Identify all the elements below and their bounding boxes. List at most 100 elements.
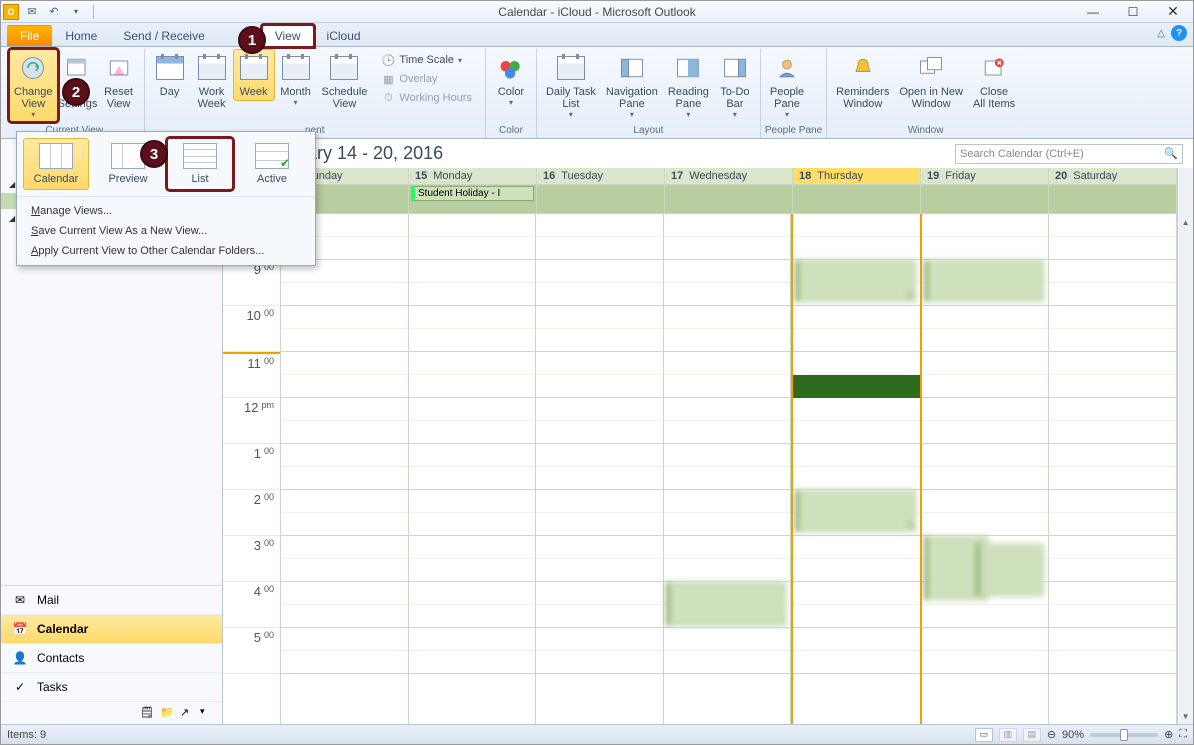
- tabs-right-controls: △ ?: [1157, 25, 1187, 41]
- close-all-button[interactable]: Close All Items: [968, 49, 1020, 113]
- day-col-tuesday[interactable]: [536, 214, 664, 724]
- tab-icloud[interactable]: iCloud: [314, 25, 374, 46]
- configure-buttons-icon[interactable]: ▾: [200, 706, 214, 720]
- nav-tasks-button[interactable]: ✓Tasks: [1, 673, 222, 702]
- scroll-up-icon[interactable]: ▲: [1178, 214, 1193, 230]
- overlay-label: Overlay: [399, 73, 437, 85]
- open-new-window-button[interactable]: Open in New Window: [894, 49, 968, 113]
- view-option-calendar[interactable]: Calendar: [23, 138, 89, 190]
- calendar-event[interactable]: xxxxxx⇲: [795, 260, 916, 302]
- qat-customize-icon[interactable]: ▾: [67, 3, 85, 21]
- navigation-pane-button[interactable]: Navigation Pane▾: [601, 49, 663, 122]
- day-col-saturday[interactable]: [1049, 214, 1177, 724]
- shortcuts-icon[interactable]: ↗: [180, 706, 194, 720]
- calendar-event-selected[interactable]: [793, 375, 920, 398]
- status-bar: Items: 9 ▭ ▥ ▤ ⊖ 90% ⊕ ⛶: [1, 724, 1193, 744]
- qat-send-receive-icon[interactable]: ✉: [23, 3, 41, 21]
- change-view-label: Change View: [14, 86, 53, 110]
- people-pane-button[interactable]: People Pane▾: [765, 49, 809, 122]
- outlook-app-icon: O: [3, 4, 19, 20]
- day-col-friday[interactable]: xxxxxx xxxx xxxx: [922, 214, 1050, 724]
- day-header-row: 14Sunday 15MondayStudent Holiday - I 16T…: [223, 168, 1193, 214]
- day-header-tuesday[interactable]: 16Tuesday: [537, 168, 665, 214]
- search-input[interactable]: Search Calendar (Ctrl+E) 🔍: [955, 144, 1183, 164]
- tab-view[interactable]: View: [262, 25, 314, 47]
- dropdown-arrow-icon: ▾: [785, 110, 789, 119]
- tab-file[interactable]: File: [7, 25, 52, 46]
- work-week-button[interactable]: Work Week: [191, 49, 233, 113]
- search-icon[interactable]: 🔍: [1164, 147, 1178, 160]
- view-reading-icon[interactable]: ▥: [999, 728, 1017, 742]
- allday-event[interactable]: Student Holiday - I: [411, 186, 534, 201]
- day-header-monday[interactable]: 15MondayStudent Holiday - I: [409, 168, 537, 214]
- working-hours-label: Working Hours: [399, 92, 472, 104]
- scroll-down-icon[interactable]: ▼: [1178, 708, 1193, 724]
- change-view-icon: [17, 52, 49, 84]
- day-header-friday[interactable]: 19Friday: [921, 168, 1049, 214]
- qat-undo-icon[interactable]: ↶: [45, 3, 63, 21]
- vertical-scrollbar[interactable]: ▲ ▼: [1177, 214, 1193, 724]
- time-scale-button[interactable]: 🕒Time Scale▾: [376, 51, 477, 69]
- menu-apply-view[interactable]: Apply Current View to Other Calendar Fol…: [17, 241, 315, 261]
- schedule-view-button[interactable]: Schedule View: [317, 49, 373, 113]
- calendar-event[interactable]: xxxxxx: [666, 582, 787, 626]
- menu-save-view-as[interactable]: Save Current View As a New View...: [17, 221, 315, 241]
- help-icon[interactable]: ?: [1171, 25, 1187, 41]
- zoom-out-icon[interactable]: ⊖: [1047, 728, 1056, 741]
- month-label: Month: [280, 86, 311, 98]
- day-header-thursday[interactable]: 18Thursday: [793, 168, 921, 214]
- maximize-button[interactable]: ☐: [1113, 1, 1153, 23]
- reading-pane-label: Reading Pane: [668, 86, 709, 110]
- tab-home[interactable]: Home: [52, 25, 110, 46]
- working-hours-button[interactable]: ⏱Working Hours: [376, 89, 477, 107]
- nav-contacts-button[interactable]: 👤Contacts: [1, 644, 222, 673]
- zoom-slider-knob[interactable]: [1120, 729, 1128, 741]
- view-other-icon[interactable]: ▤: [1023, 728, 1041, 742]
- day-col-wednesday[interactable]: xxxxxx: [664, 214, 792, 724]
- view-normal-icon[interactable]: ▭: [975, 728, 993, 742]
- overlay-button[interactable]: ▦Overlay: [376, 70, 477, 88]
- view-option-list[interactable]: List: [167, 138, 233, 190]
- zoom-in-icon[interactable]: ⊕: [1164, 728, 1173, 741]
- event-resize-icon[interactable]: ⇲: [906, 520, 913, 529]
- day-header-saturday[interactable]: 20Saturday: [1049, 168, 1177, 214]
- day-button[interactable]: Day: [149, 49, 191, 101]
- notes-icon[interactable]: 🗒: [140, 706, 154, 720]
- ribbon-minimize-icon[interactable]: △: [1157, 28, 1165, 39]
- minimize-button[interactable]: —: [1073, 1, 1113, 23]
- reading-pane-button[interactable]: Reading Pane▾: [663, 49, 714, 122]
- day-col-thursday[interactable]: xxxxxx⇲ xxxxxx⇲: [791, 214, 922, 724]
- reminders-window-button[interactable]: Reminders Window: [831, 49, 894, 113]
- week-button[interactable]: Week: [233, 49, 275, 101]
- reset-view-button[interactable]: Reset View: [98, 49, 140, 113]
- zoom-fit-icon[interactable]: ⛶: [1179, 728, 1187, 741]
- calendar-event[interactable]: xxxx: [976, 544, 1045, 596]
- close-button[interactable]: ✕: [1153, 1, 1193, 23]
- menu-manage-views[interactable]: Manage Views...: [17, 201, 315, 221]
- day-header-wednesday[interactable]: 17Wednesday: [665, 168, 793, 214]
- day-col-monday[interactable]: [409, 214, 537, 724]
- month-button[interactable]: Month ▾: [275, 49, 317, 110]
- nav-calendar-button[interactable]: 📅Calendar: [1, 615, 222, 644]
- ribbon-group-label: People Pane: [765, 124, 822, 138]
- navigation-pane-icon: [616, 52, 648, 84]
- todo-bar-button[interactable]: To-Do Bar▾: [714, 49, 756, 122]
- calendar-event[interactable]: xxxxxx⇲: [795, 490, 916, 532]
- color-button[interactable]: Color ▾: [490, 49, 532, 110]
- day-label: Day: [160, 86, 180, 98]
- tab-send-receive[interactable]: Send / Receive: [110, 25, 217, 46]
- daily-task-list-button[interactable]: Daily Task List▾: [541, 49, 601, 122]
- nav-mail-button[interactable]: ✉Mail: [1, 586, 222, 615]
- event-resize-icon[interactable]: ⇲: [906, 290, 913, 299]
- calendar-event[interactable]: xxxxxx: [924, 260, 1045, 302]
- view-option-active[interactable]: ✔ Active: [239, 138, 305, 190]
- dropdown-arrow-icon: ▾: [686, 110, 690, 119]
- todo-bar-icon: [719, 52, 751, 84]
- scroll-track[interactable]: [1178, 230, 1193, 708]
- status-items-count: Items: 9: [7, 729, 46, 741]
- change-view-button[interactable]: Change View ▾: [9, 49, 58, 122]
- folder-icon[interactable]: 📁: [160, 706, 174, 720]
- zoom-slider[interactable]: [1090, 733, 1158, 737]
- day-col-sunday[interactable]: [281, 214, 409, 724]
- ribbon-group-label: Color: [490, 124, 532, 138]
